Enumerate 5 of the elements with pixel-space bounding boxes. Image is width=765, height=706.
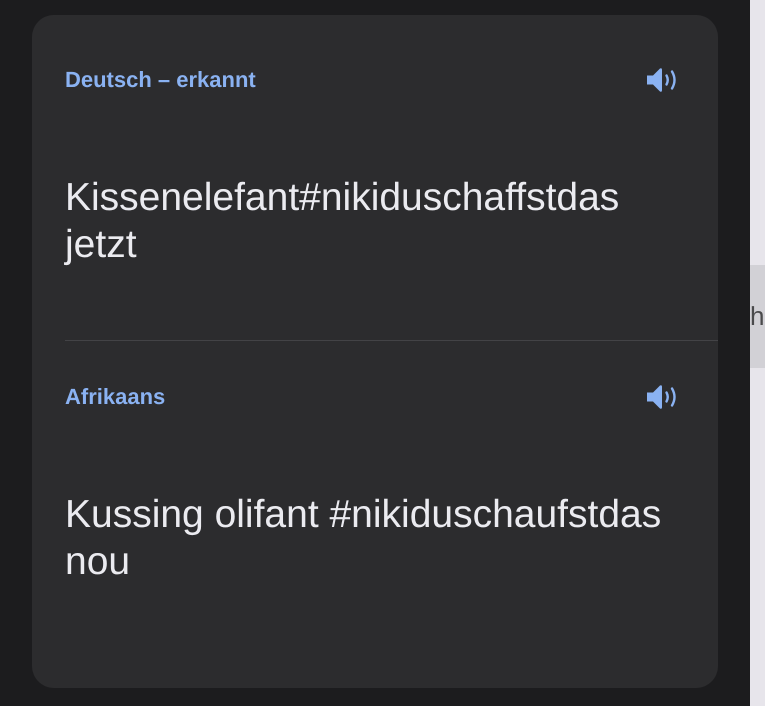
- language-label: Afrikaans: [65, 384, 166, 410]
- side-button[interactable]: h: [750, 265, 765, 368]
- language-label: Deutsch – erkannt: [65, 67, 256, 93]
- translation-text: Kissenelefant#nikiduschaffstdas jetzt: [65, 175, 620, 268]
- translation-text: Kussing olifant #nikiduschaufstdas nou: [65, 492, 662, 585]
